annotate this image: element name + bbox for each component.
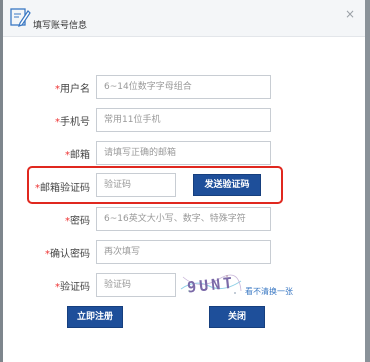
captcha-field[interactable]: 验证码 (96, 273, 176, 297)
email-field[interactable]: 请填写正确的邮箱 (96, 141, 271, 165)
account-info-dialog: 填写账号信息 × *用户名 6~14位数字字母组合 *手机号 常用11位手机 *… (3, 0, 365, 362)
username-field[interactable]: 6~14位数字字母组合 (96, 75, 271, 99)
captcha-text: 9UNT (186, 274, 236, 297)
refresh-captcha-link[interactable]: 看不清换一张 (245, 286, 293, 297)
background-page-right (365, 0, 370, 362)
edit-form-icon (10, 8, 31, 27)
dialog-header: 填写账号信息 × (3, 0, 365, 37)
phone-label: *手机号 (55, 117, 90, 128)
email-code-field[interactable]: 验证码 (96, 173, 176, 197)
email-code-label: *邮箱验证码 (35, 183, 90, 194)
password-label: *密码 (65, 216, 90, 227)
email-label: *邮箱 (65, 150, 90, 161)
captcha-label: *验证码 (55, 282, 90, 293)
register-button[interactable]: 立即注册 (67, 306, 123, 328)
confirm-password-label: *确认密码 (45, 249, 90, 260)
dialog-title: 填写账号信息 (33, 21, 88, 31)
password-field[interactable]: 6~16英文大小写、数字、特殊字符 (96, 207, 271, 231)
close-icon[interactable]: × (345, 8, 355, 20)
captcha-image[interactable]: 9UNT (179, 271, 243, 297)
send-code-button[interactable]: 发送验证码 (193, 174, 261, 196)
username-label: *用户名 (55, 84, 90, 95)
confirm-password-field[interactable]: 再次填写 (96, 240, 271, 264)
close-button[interactable]: 关闭 (209, 306, 265, 328)
phone-field[interactable]: 常用11位手机 (96, 108, 271, 132)
